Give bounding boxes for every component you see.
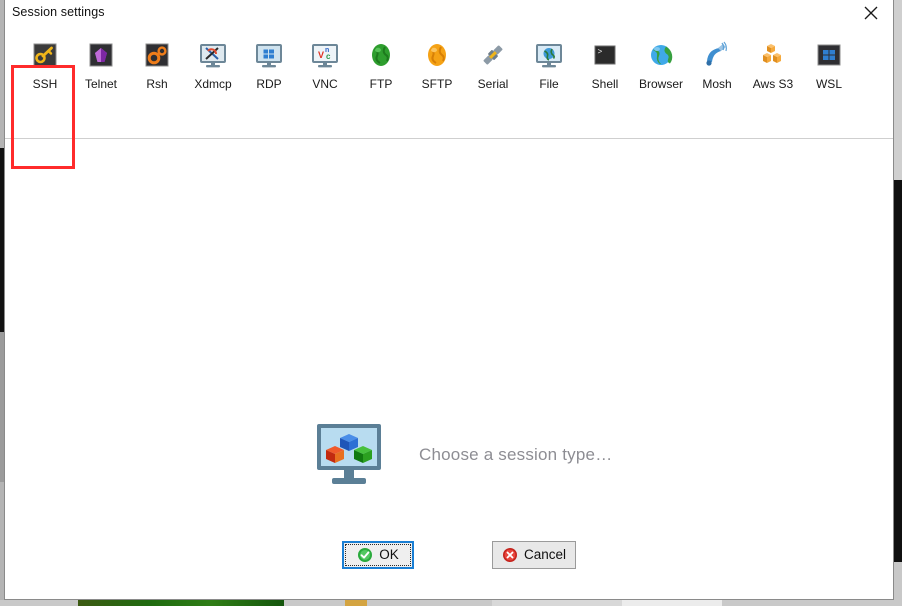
session-type-toolbar: SSH Telnet Rsh Xdmcp RDP V n c VNC FTP S… [5, 27, 893, 169]
session-type-rsh[interactable]: Rsh [129, 31, 185, 91]
session-type-ssh[interactable]: SSH [17, 31, 73, 91]
session-type-label: File [539, 77, 559, 91]
telnet-gem-icon [85, 39, 117, 71]
session-type-rdp[interactable]: RDP [241, 31, 297, 91]
sftp-globe-icon [421, 39, 453, 71]
wsl-windows-icon [813, 39, 845, 71]
session-type-ftp[interactable]: FTP [353, 31, 409, 91]
svg-text:V: V [318, 50, 324, 60]
svg-text:>: > [598, 48, 603, 57]
mosh-satellite-icon [701, 39, 733, 71]
session-type-list: SSH Telnet Rsh Xdmcp RDP V n c VNC FTP S… [17, 31, 857, 91]
session-type-mosh[interactable]: Mosh [689, 31, 745, 91]
cancel-button-content: Cancel [502, 547, 566, 563]
session-type-label: Mosh [702, 77, 732, 91]
desktop-wallpaper-sliver-b [345, 600, 367, 606]
session-type-serial[interactable]: Serial [465, 31, 521, 91]
session-type-label: Shell [591, 77, 619, 91]
cancel-button-label: Cancel [523, 547, 567, 562]
session-type-xdmcp[interactable]: Xdmcp [185, 31, 241, 91]
session-type-label: RDP [256, 77, 282, 91]
vnc-monitor-icon: V n c [309, 39, 341, 71]
svg-text:c: c [326, 52, 331, 61]
session-type-sftp[interactable]: SFTP [409, 31, 465, 91]
ok-button-content: OK [357, 547, 399, 563]
session-type-file[interactable]: File [521, 31, 577, 91]
red-x-icon [502, 547, 518, 563]
green-check-icon [357, 547, 373, 563]
serial-plug-icon [477, 39, 509, 71]
session-type-label: SSH [32, 77, 58, 91]
file-monitor-icon [533, 39, 565, 71]
background-right-dark-panel [894, 180, 902, 562]
desktop-wallpaper-sliver-d [622, 600, 722, 606]
ok-button[interactable]: OK [342, 541, 414, 569]
xdmcp-monitor-icon [197, 39, 229, 71]
session-type-wsl[interactable]: WSL [801, 31, 857, 91]
session-type-telnet[interactable]: Telnet [73, 31, 129, 91]
browser-globe-icon [645, 39, 677, 71]
dialog-title: Session settings [12, 5, 105, 19]
dialog-footer: OK Cancel [5, 539, 893, 575]
session-type-label: Serial [477, 77, 509, 91]
session-type-label: VNC [312, 77, 338, 91]
rsh-gears-icon [141, 39, 173, 71]
ok-button-label: OK [379, 547, 399, 562]
shell-terminal-icon: > [589, 39, 621, 71]
dialog-body: Choose a session type… OK Cancel [5, 139, 893, 599]
session-type-label: Telnet [84, 77, 118, 91]
rdp-monitor-icon [253, 39, 285, 71]
monitor-cubes-icon [315, 422, 383, 488]
screen: Session settings SSH Telnet Rsh Xdmcp RD… [0, 0, 902, 606]
session-type-label: Rsh [146, 77, 168, 91]
session-type-vnc[interactable]: V n c VNC [297, 31, 353, 91]
ftp-globe-icon [365, 39, 397, 71]
close-icon[interactable] [849, 0, 893, 26]
session-type-label: Browser [638, 77, 683, 91]
session-type-label: Xdmcp [194, 77, 232, 91]
session-type-aws-s3[interactable]: Aws S3 [745, 31, 801, 91]
session-type-browser[interactable]: Browser [633, 31, 689, 91]
session-type-label: Aws S3 [752, 77, 794, 91]
session-placeholder: Choose a session type… [315, 422, 612, 488]
aws-s3-cubes-icon [757, 39, 789, 71]
session-type-label: WSL [815, 77, 842, 91]
ssh-key-icon [29, 39, 61, 71]
session-type-label: SFTP [421, 77, 453, 91]
session-type-shell[interactable]: > Shell [577, 31, 633, 91]
placeholder-text: Choose a session type… [419, 445, 613, 464]
desktop-wallpaper-sliver-c [492, 600, 622, 606]
cancel-button[interactable]: Cancel [492, 541, 576, 569]
desktop-wallpaper-sliver-a [78, 600, 284, 606]
background-right-edge [894, 0, 902, 180]
dialog-titlebar: Session settings [5, 0, 893, 27]
session-type-label: FTP [369, 77, 393, 91]
session-settings-dialog: Session settings SSH Telnet Rsh Xdmcp RD… [4, 0, 894, 600]
